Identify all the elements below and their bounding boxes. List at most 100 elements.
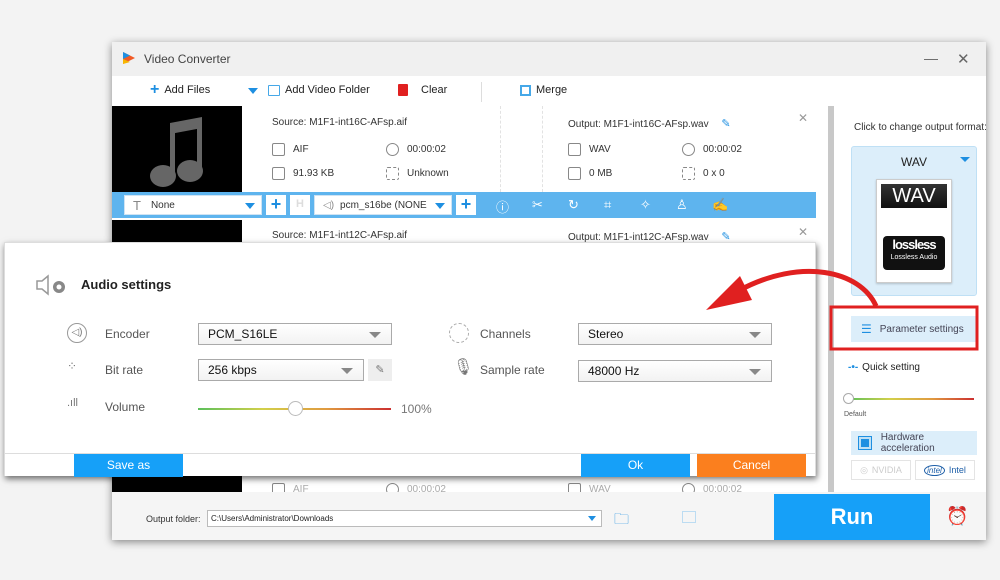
bitrate-icon: ⁘ [67, 359, 77, 373]
chevron-down-icon [588, 516, 596, 521]
clock-icon [386, 143, 399, 156]
file-size-icon [568, 167, 581, 180]
channels-select[interactable]: Stereo [578, 323, 772, 345]
add-video-folder-button[interactable]: Add Video Folder [268, 84, 370, 96]
audio-track-select[interactable]: ◁) pcm_s16be (NONE [314, 195, 452, 215]
info-icon[interactable]: ⓘ [496, 197, 509, 216]
source-format-value: AIF [293, 144, 309, 155]
change-format-label: Click to change output format: [854, 122, 987, 133]
quick-setting-slider-knob[interactable] [843, 393, 854, 404]
source-resolution-value: Unknown [407, 168, 449, 179]
hardware-acceleration-button[interactable]: Hardware acceleration [851, 431, 977, 455]
parameter-settings-label: Parameter settings [879, 323, 964, 335]
speaker-icon: ◁) [67, 323, 87, 343]
clear-button[interactable]: Clear [398, 84, 447, 96]
bottom-bar: Output folder: C:\Users\Administrator\Do… [112, 492, 986, 540]
trash-icon [398, 84, 408, 96]
source-size-value: 91.93 KB [293, 168, 335, 179]
app-logo-icon [123, 52, 135, 64]
edit-bitrate-button[interactable]: ✎ [368, 359, 392, 381]
rotate-icon[interactable]: ↻ [568, 197, 579, 213]
close-button[interactable]: ✕ [957, 50, 970, 68]
add-audio-track-button[interactable]: + [456, 195, 476, 215]
samplerate-label: Sample rate [480, 363, 545, 377]
output-format-panel: Click to change output format: WAV WAV l… [828, 106, 987, 492]
audio-track-value: pcm_s16be (NONE [340, 199, 427, 211]
chevron-down-icon [245, 203, 255, 209]
nvidia-button[interactable]: ◎ NVIDIA [851, 460, 911, 480]
nvidia-label: NVIDIA [871, 465, 902, 475]
output-folder-label: Output folder: [146, 514, 201, 524]
source-duration-value: 00:00:02 [407, 144, 446, 155]
cancel-button[interactable]: Cancel [697, 454, 806, 477]
volume-value: 100% [401, 402, 432, 416]
effects-wand-icon[interactable]: ✧ [640, 197, 651, 213]
subtitle-value: None [150, 199, 175, 211]
crop-icon[interactable]: ⌗ [604, 197, 611, 213]
source-format: AIF [272, 143, 309, 156]
merge-button[interactable]: Merge [520, 84, 567, 96]
add-files-dropdown[interactable] [248, 88, 258, 94]
output-resolution-value: 0 x 0 [703, 168, 725, 179]
chevron-down-icon [341, 368, 353, 374]
source-duration: 00:00:02 [386, 143, 446, 156]
alarm-clock-icon[interactable]: ⏰ [946, 506, 968, 527]
quick-setting-slider[interactable] [843, 393, 974, 404]
minimize-button[interactable]: — [924, 50, 938, 66]
bitrate-select[interactable]: 256 kbps [198, 359, 364, 381]
add-files-button[interactable]: + Add Files [150, 82, 210, 98]
output-size: 0 MB [568, 167, 612, 180]
audio-settings-dialog: Audio settings ◁) Encoder PCM_S16LE ⁘ Bi… [4, 242, 816, 477]
watermark-stamp-icon[interactable]: ♙ [676, 197, 688, 213]
remove-file-button[interactable]: ✕ [798, 111, 808, 125]
chevron-down-icon [369, 332, 381, 338]
channels-icon [449, 323, 469, 343]
source-resolution: Unknown [386, 167, 449, 180]
output-format-selector[interactable]: WAV WAV lossless Lossless Audio [851, 146, 977, 296]
row-divider [542, 106, 543, 192]
scissors-icon[interactable]: ✂ [532, 197, 543, 213]
subtitle-select[interactable]: T None [124, 195, 262, 215]
samplerate-select[interactable]: 48000 Hz [578, 360, 772, 382]
quick-setting-text: Quick setting [862, 362, 920, 373]
resolution-icon [682, 167, 695, 180]
toolbar-divider [481, 82, 482, 102]
add-video-folder-label: Add Video Folder [285, 84, 370, 96]
lossless-subtitle: Lossless Audio [890, 254, 938, 261]
output-folder-select[interactable]: C:\Users\Administrator\Downloads [207, 510, 602, 527]
encoder-label: Encoder [105, 327, 150, 341]
volume-slider-knob[interactable] [287, 401, 303, 416]
chip-icon [858, 436, 872, 450]
edit-metadata-icon[interactable]: ✍ [712, 197, 728, 213]
file-row[interactable]: Source: M1F1-int16C-AFsp.aif AIF 00:00:0… [112, 106, 828, 192]
encoder-select[interactable]: PCM_S16LE [198, 323, 392, 345]
parameter-settings-button[interactable]: ☰ Parameter settings [851, 316, 977, 342]
source-filename: Source: M1F1-int16C-AFsp.aif [272, 117, 408, 128]
wav-format-icon: WAV lossless Lossless Audio [876, 179, 952, 283]
output-filename-value: Output: M1F1-int16C-AFsp.wav [568, 119, 709, 130]
output-format: WAV [568, 143, 611, 156]
edit-filename-icon[interactable]: ✎ [721, 118, 730, 130]
volume-slider[interactable] [198, 401, 391, 416]
output-duration: 00:00:02 [682, 143, 742, 156]
volume-label: Volume [105, 400, 146, 414]
output-resolution: 0 x 0 [682, 167, 725, 180]
window-title: Video Converter [144, 52, 231, 66]
audio-settings-icon [36, 274, 65, 296]
lossless-badge: lossless Lossless Audio [883, 236, 945, 270]
format-badge: WAV [881, 184, 947, 208]
preview-folder-icon[interactable] [682, 511, 696, 523]
speaker-icon: ◁) [323, 199, 335, 211]
intel-button[interactable]: intel Intel [915, 460, 975, 480]
file-format-icon [272, 143, 285, 156]
open-folder-icon[interactable]: 🗀 [614, 509, 629, 534]
ok-button[interactable]: Ok [581, 454, 690, 477]
folder-icon [268, 84, 280, 96]
microphone-icon: 🎙 [453, 359, 474, 376]
nvidia-logo-icon: ◎ [860, 464, 868, 475]
run-button[interactable]: Run [774, 494, 930, 540]
remove-file-button[interactable]: ✕ [798, 225, 808, 239]
save-as-button[interactable]: Save as [74, 454, 183, 477]
add-subtitle-button[interactable]: + [266, 195, 286, 215]
output-format-value: WAV [589, 144, 611, 155]
